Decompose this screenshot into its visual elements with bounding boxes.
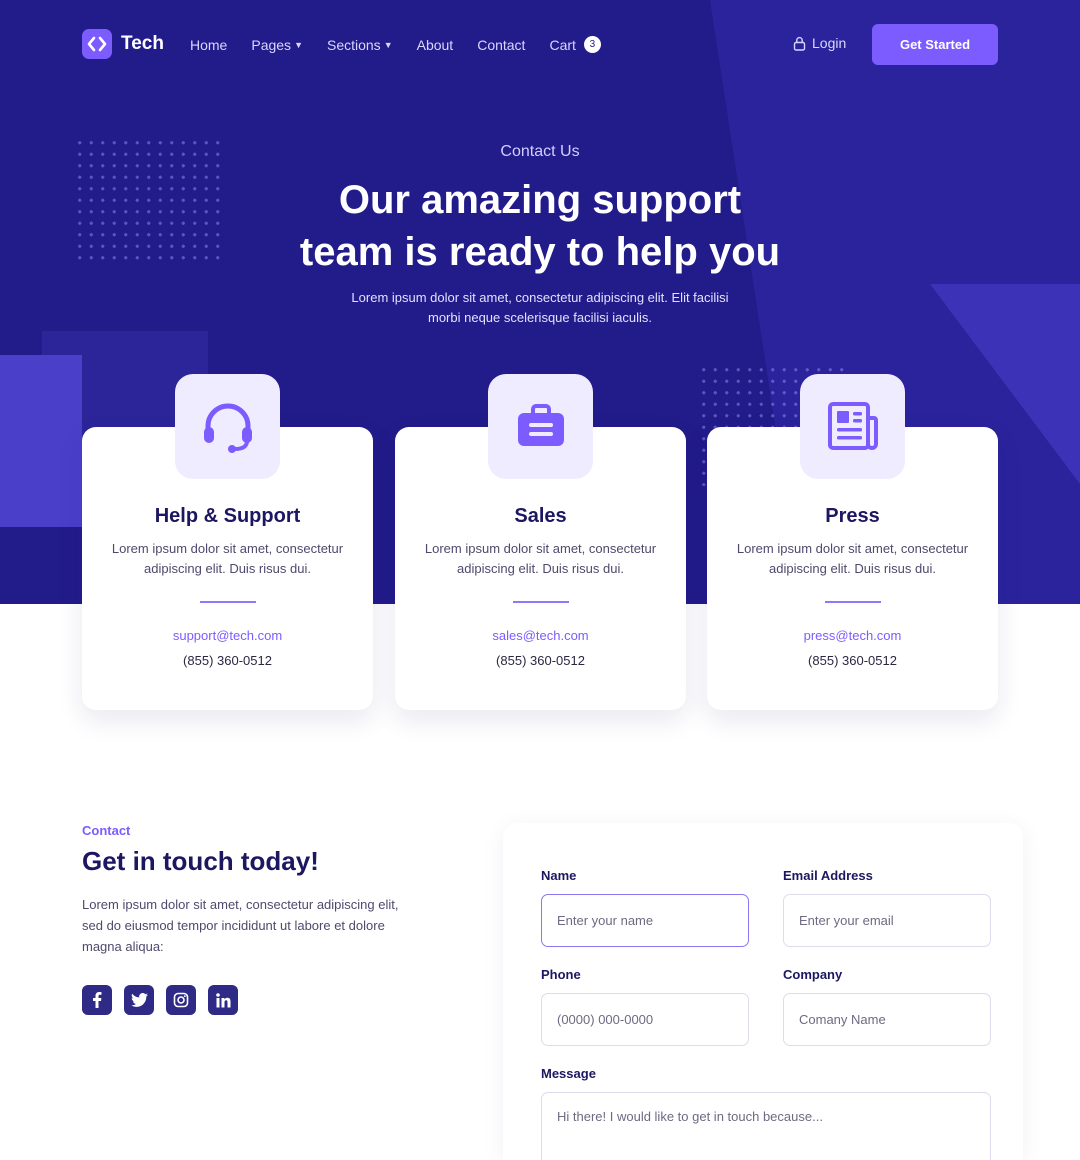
nav-link-about[interactable]: About: [417, 37, 454, 53]
instagram-icon[interactable]: [166, 985, 196, 1015]
nav-link-cart[interactable]: Cart 3: [549, 36, 601, 53]
lock-icon: [793, 36, 806, 51]
linkedin-icon[interactable]: [208, 985, 238, 1015]
card-description: Lorem ipsum dolor sit amet, consectetur …: [736, 541, 969, 576]
card-title: Press: [825, 505, 880, 527]
name-label: Name: [541, 868, 577, 883]
cart-count-badge: 3: [583, 36, 601, 53]
card-title: Sales: [514, 505, 567, 527]
briefcase-icon: [488, 374, 593, 479]
contact-title: Get in touch today!: [82, 846, 319, 876]
divider: [825, 601, 881, 603]
brand-logo[interactable]: Tech: [82, 29, 164, 59]
code-icon: [82, 29, 112, 59]
chevron-down-icon: ▼: [294, 39, 303, 50]
hero-description: Lorem ipsum dolor sit amet, consectetur …: [351, 290, 729, 325]
newspaper-icon: [800, 374, 905, 479]
hero-title-line: Our amazing support: [338, 178, 742, 222]
message-textarea[interactable]: [541, 1092, 991, 1160]
nav-link-contact[interactable]: Contact: [477, 37, 525, 53]
nav-link-home[interactable]: Home: [190, 37, 227, 53]
email-label: Email Address: [783, 868, 873, 883]
phone-input[interactable]: [541, 993, 749, 1046]
card-phone: (855) 360-0512: [496, 653, 585, 668]
divider: [200, 601, 256, 603]
headset-icon: [175, 374, 280, 479]
hero-title: Our amazing support team is ready to hel…: [0, 174, 1080, 278]
nav-link-label: Contact: [477, 36, 526, 53]
phone-label: Phone: [541, 967, 581, 982]
card-phone: (855) 360-0512: [808, 653, 897, 668]
get-started-button[interactable]: Get Started: [872, 24, 998, 65]
contact-description: Lorem ipsum dolor sit amet, consectetur …: [82, 897, 399, 954]
company-label: Company: [783, 967, 843, 982]
sales-card: Sales Lorem ipsum dolor sit amet, consec…: [395, 374, 686, 710]
brand-name: Tech: [121, 33, 164, 54]
facebook-icon[interactable]: [82, 985, 112, 1015]
hero-title-line: team is ready to help you: [299, 230, 781, 274]
nav-link-sections[interactable]: Sections ▼: [327, 37, 393, 53]
login-label: Login: [812, 35, 847, 51]
nav-link-label: Sections: [326, 36, 381, 53]
name-input[interactable]: [541, 894, 749, 947]
login-link[interactable]: Login: [793, 35, 846, 51]
hero-eyebrow: Contact Us: [500, 143, 580, 160]
divider: [513, 601, 569, 603]
support-card: Help & Support Lorem ipsum dolor sit ame…: [82, 374, 373, 710]
nav-link-label: About: [416, 36, 454, 53]
nav-link-label: Home: [190, 36, 228, 53]
press-card: Press Lorem ipsum dolor sit amet, consec…: [707, 374, 998, 710]
card-phone: (855) 360-0512: [183, 653, 272, 668]
card-title: Help & Support: [154, 505, 301, 527]
chevron-down-icon: ▼: [383, 39, 393, 50]
nav-link-label: Pages: [251, 36, 292, 53]
social-links: [82, 985, 250, 1015]
press-email-link[interactable]: press@tech.com: [707, 628, 998, 643]
card-description: Lorem ipsum dolor sit amet, consectetur …: [424, 541, 657, 576]
nav-link-label: Cart: [549, 36, 576, 53]
message-label: Message: [541, 1066, 596, 1081]
contact-eyebrow: Contact: [82, 823, 131, 838]
email-input[interactable]: [783, 894, 991, 947]
company-input[interactable]: [783, 993, 991, 1046]
sales-email-link[interactable]: sales@tech.com: [395, 628, 686, 643]
hero-decor-block: [0, 355, 82, 527]
card-description: Lorem ipsum dolor sit amet, consectetur …: [111, 541, 344, 576]
nav-link-pages[interactable]: Pages ▼: [251, 37, 303, 53]
twitter-icon[interactable]: [124, 985, 154, 1015]
main-menu: Home Pages ▼ Sections ▼ About Contact Cart…: [190, 36, 625, 53]
support-email-link[interactable]: support@tech.com: [82, 628, 373, 643]
top-navigation: Tech Home Pages ▼ Sections ▼ About Contact…: [0, 0, 1080, 90]
